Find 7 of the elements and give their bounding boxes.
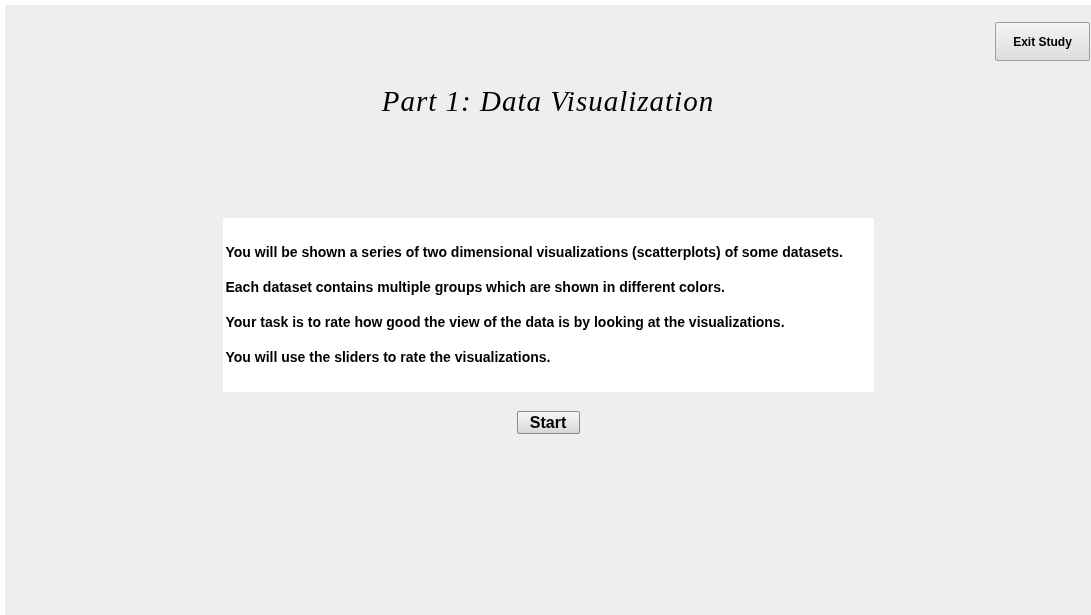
instruction-text: You will use the sliders to rate the visualizations.: [225, 348, 552, 367]
instruction-text: Your task is to rate how good the view of the data is by looking at the visualizations.: [225, 313, 786, 332]
start-button[interactable]: Start: [516, 411, 580, 434]
instruction-text: You will be shown a series of two dimensional visualizations (scatterplots) of some datasets.: [225, 243, 844, 262]
instruction-text: Each dataset contains multiple groups which are shown in different colors.: [225, 278, 726, 297]
exit-study-button[interactable]: Exit Study: [995, 22, 1090, 61]
page-title: Part 1: Data Visualization: [381, 85, 715, 118]
